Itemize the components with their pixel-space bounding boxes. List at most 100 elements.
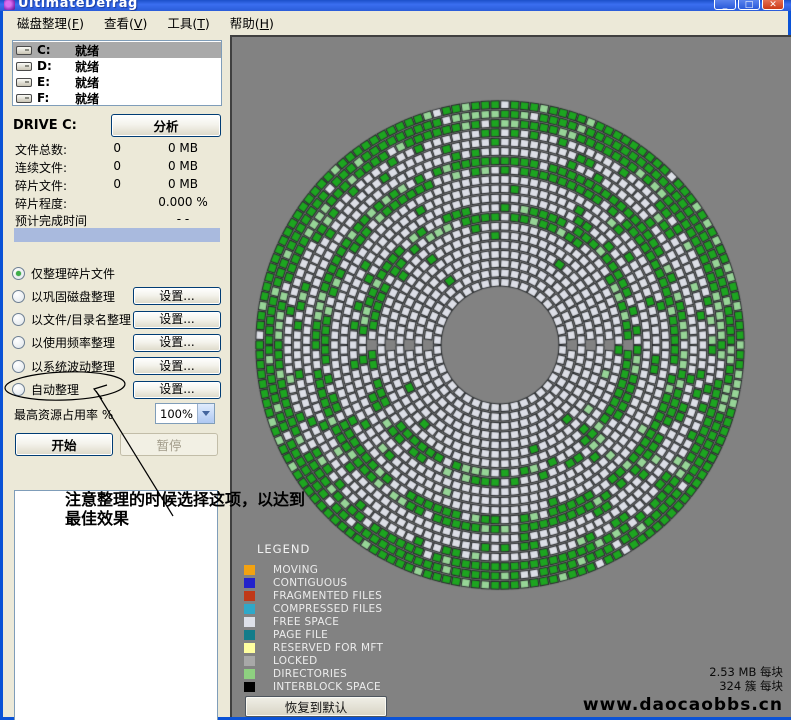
legend-item-directories: DIRECTORIES [244,668,347,680]
drive-icon [16,94,32,103]
app-window: UltimateDefrag _ □ ✕ 磁盘整理(F)查看(V)工具(T)帮助… [0,0,791,720]
drive-icon [16,62,32,71]
resource-usage-label: 最高资源占用率 % [14,406,113,423]
settings-button-2[interactable]: 设置... [133,287,221,305]
legend-swatch [244,630,255,640]
legend-swatch [244,591,255,601]
legend-item-interblock-space: INTERBLOCK SPACE [244,681,381,693]
annotation-line1: 注意整理的时候选择这项，以达到 [65,490,355,509]
drive-name: F: [37,91,75,105]
legend-item-compressed-files: COMPRESSED FILES [244,603,382,615]
legend-swatch [244,565,255,575]
legend-item-contiguous: CONTIGUOUS [244,577,347,589]
legend-label: PAGE FILE [273,629,328,641]
method-option-label: 以使用频率整理 [31,334,115,351]
legend-label: INTERBLOCK SPACE [273,681,381,693]
drive-name: E: [37,75,75,89]
method-option-label: 以文件/目录名整理 [31,311,131,328]
legend-label: DIRECTORIES [273,668,347,680]
legend-item-free-space: FREE SPACE [244,616,339,628]
stat-count: 0 [73,159,121,173]
legend-item-locked: LOCKED [244,655,317,667]
stat-size: - - [143,212,223,226]
watermark-text: www.daocaobbs.cn [583,695,783,715]
stat-label: 碎片程度: [15,195,67,212]
method-option-label: 以系统波动整理 [31,358,115,375]
analyze-button[interactable]: 分析 [111,114,221,137]
stat-count: 0 [73,141,121,155]
method-option-2[interactable]: 以巩固磁盘整理 [12,286,115,306]
legend-swatch [244,617,255,627]
legend-swatch [244,656,255,666]
drive-status: 就绪 [75,74,99,91]
method-option-5[interactable]: 以系统波动整理 [12,356,115,376]
method-option-6[interactable]: 自动整理 [12,380,79,400]
app-icon [4,0,15,10]
drive-status: 就绪 [75,42,99,59]
radio-button[interactable] [12,290,25,303]
menu-item-2[interactable]: 查看(V) [95,10,156,35]
resource-usage-combo[interactable]: 100% [155,403,215,424]
disk-map-panel: LEGEND MOVINGCONTIGUOUSFRAGMENTED FILESC… [230,35,791,717]
method-option-1[interactable]: 仅整理碎片文件 [12,263,115,283]
legend-item-moving: MOVING [244,564,318,576]
settings-button-5[interactable]: 设置... [133,357,221,375]
window-controls: _ □ ✕ [714,0,784,10]
drive-name: D: [37,59,75,73]
method-option-label: 仅整理碎片文件 [31,265,115,282]
drive-heading: DRIVE C: [13,118,77,133]
legend-label: MOVING [273,564,318,576]
legend-item-reserved-for-mft: RESERVED FOR MFT [244,642,383,654]
menu-item-3[interactable]: 工具(T) [158,10,218,35]
legend-swatch [244,604,255,614]
legend-label: FREE SPACE [273,616,339,628]
drive-row-E[interactable]: E:就绪 [13,74,221,90]
drive-row-F[interactable]: F:就绪 [13,90,221,106]
stat-label: 碎片文件: [15,177,67,194]
legend-label: LOCKED [273,655,317,667]
stat-row-4: 碎片程度:0.000 % [15,195,220,211]
drive-icon [16,78,32,87]
chevron-down-icon [202,411,210,416]
window-title: UltimateDefrag [18,0,138,10]
legend-swatch [244,669,255,679]
legend-label: COMPRESSED FILES [273,603,382,615]
radio-button[interactable] [12,383,25,396]
stat-row-1: 文件总数:00 MB [15,141,220,157]
settings-button-4[interactable]: 设置... [133,334,221,352]
radio-button[interactable] [12,336,25,349]
settings-button-6[interactable]: 设置... [133,381,221,399]
stat-size: 0 MB [143,177,223,191]
legend-title: LEGEND [257,542,310,556]
radio-button-selected[interactable] [12,267,25,280]
drive-name: C: [37,43,75,57]
method-option-label: 以巩固磁盘整理 [31,288,115,305]
radio-button[interactable] [12,313,25,326]
close-button[interactable]: ✕ [762,0,784,10]
restore-defaults-button[interactable]: 恢复到默认 [245,696,387,717]
menu-item-1[interactable]: 磁盘整理(F) [8,10,93,35]
combo-dropdown-button[interactable] [197,404,214,423]
stat-row-2: 连续文件:00 MB [15,159,220,175]
stat-label: 文件总数: [15,141,67,158]
method-option-3[interactable]: 以文件/目录名整理 [12,310,131,330]
control-panel: C:就绪D:就绪E:就绪F:就绪 DRIVE C: 分析 文件总数:00 MB连… [3,35,230,717]
stat-label: 连续文件: [15,159,67,176]
start-button[interactable]: 开始 [15,433,113,456]
annotation-note: 注意整理的时候选择这项，以达到 最佳效果 [65,490,355,528]
legend-swatch [244,643,255,653]
drive-list[interactable]: C:就绪D:就绪E:就绪F:就绪 [12,40,222,106]
radio-button[interactable] [12,360,25,373]
legend-item-fragmented-files: FRAGMENTED FILES [244,590,382,602]
drive-row-C[interactable]: C:就绪 [13,42,221,58]
menu-bar: 磁盘整理(F)查看(V)工具(T)帮助(H) [3,11,788,35]
cluster-size-label: 324 簇 每块 [583,679,783,693]
settings-button-3[interactable]: 设置... [133,311,221,329]
minimize-button[interactable]: _ [714,0,736,10]
drive-row-D[interactable]: D:就绪 [13,58,221,74]
legend-swatch [244,578,255,588]
method-option-4[interactable]: 以使用频率整理 [12,333,115,353]
disk-info: 2.53 MB 每块 324 簇 每块 www.daocaobbs.cn [583,665,783,715]
maximize-button[interactable]: □ [738,0,760,10]
menu-item-4[interactable]: 帮助(H) [221,10,283,35]
